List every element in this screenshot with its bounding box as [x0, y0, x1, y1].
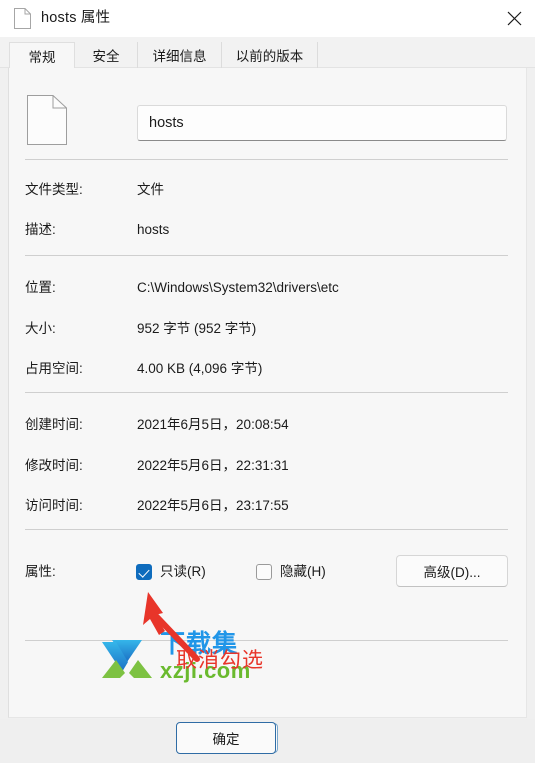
property-label: 大小: [25, 321, 56, 336]
close-icon [507, 11, 521, 26]
attributes-label: 属性: [25, 564, 56, 579]
tab-general[interactable]: 常规 [9, 42, 75, 68]
property-value: 文件 [137, 182, 164, 197]
hidden-checkbox-label: 隐藏(H) [280, 564, 326, 579]
tab-label: 以前的版本 [235, 49, 304, 64]
tab-details[interactable]: 详细信息 [138, 42, 222, 68]
checkbox-unchecked-icon[interactable] [256, 564, 272, 580]
property-label: 文件类型: [25, 182, 83, 197]
property-row-description: 描述: hosts [0, 219, 535, 241]
property-label: 描述: [25, 222, 56, 237]
advanced-button[interactable]: 高级(D)... [396, 555, 508, 587]
property-label: 创建时间: [25, 417, 83, 432]
ok-button-label: 确定 [212, 732, 240, 747]
file-type-icon [27, 95, 67, 145]
tab-label: 安全 [92, 49, 120, 64]
window-title: hosts 属性 [41, 10, 111, 26]
property-label: 访问时间: [25, 498, 83, 513]
property-value: 952 字节 (952 字节) [137, 321, 257, 336]
readonly-checkbox-label: 只读(R) [160, 564, 206, 579]
property-row-location: 位置: C:\Windows\System32\drivers\etc [0, 277, 535, 299]
tab-label: 详细信息 [152, 49, 207, 64]
title-bar: hosts 属性 [0, 0, 535, 37]
divider [25, 159, 508, 160]
property-row-modified: 修改时间: 2022年5月6日，22:31:31 [0, 455, 535, 477]
readonly-checkbox[interactable]: 只读(R) [136, 561, 206, 583]
tab-previous-versions[interactable]: 以前的版本 [222, 42, 318, 68]
divider [25, 255, 508, 256]
property-value: 4.00 KB (4,096 字节) [137, 361, 263, 376]
property-label: 修改时间: [25, 458, 83, 473]
divider [25, 392, 508, 393]
property-row-accessed: 访问时间: 2022年5月6日，23:17:55 [0, 495, 535, 517]
property-value: 2022年5月6日，22:31:31 [137, 458, 289, 473]
hidden-checkbox[interactable]: 隐藏(H) [256, 561, 326, 583]
property-row-file-type: 文件类型: 文件 [0, 179, 535, 201]
checkbox-checked-icon[interactable] [136, 564, 152, 580]
property-row-size-on-disk: 占用空间: 4.00 KB (4,096 字节) [0, 358, 535, 380]
file-properties-dialog: hosts 属性 常规 安全 详细信息 以前的版本 hosts 文件类型: 文件… [0, 0, 535, 763]
divider [25, 640, 508, 641]
property-label: 占用空间: [25, 361, 83, 376]
general-tab-panel [8, 68, 527, 718]
property-value: 2021年6月5日，20:08:54 [137, 417, 289, 432]
tab-label: 常规 [28, 49, 56, 65]
close-button[interactable] [493, 0, 535, 37]
tab-security[interactable]: 安全 [75, 42, 138, 68]
property-value: C:\Windows\System32\drivers\etc [137, 280, 339, 295]
divider [25, 529, 508, 530]
property-value: hosts [137, 222, 170, 237]
advanced-button-label: 高级(D)... [423, 565, 481, 580]
property-row-created: 创建时间: 2021年6月5日，20:08:54 [0, 414, 535, 436]
property-row-size: 大小: 952 字节 (952 字节) [0, 318, 535, 340]
property-label: 位置: [25, 280, 56, 295]
document-icon [14, 8, 31, 29]
filename-input[interactable]: hosts [137, 105, 507, 141]
ok-button[interactable]: 确定 [176, 722, 276, 754]
property-value: 2022年5月6日，23:17:55 [137, 498, 289, 513]
